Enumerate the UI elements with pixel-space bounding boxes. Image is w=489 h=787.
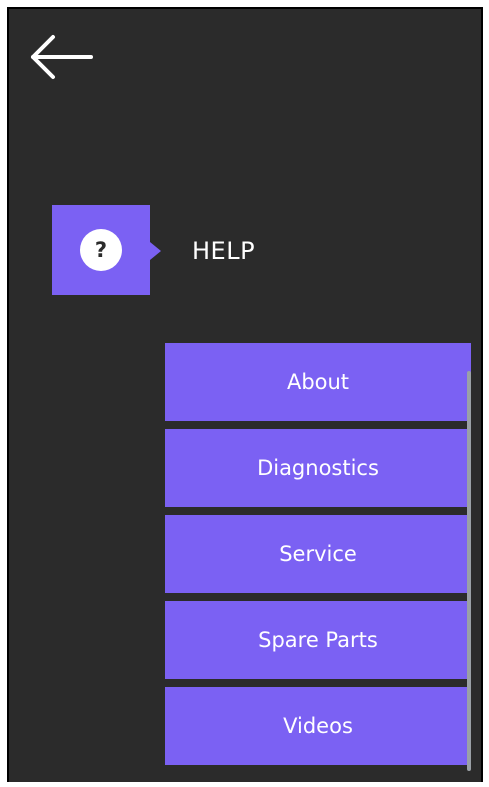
- arrow-left-icon: [31, 35, 93, 79]
- menu-item-diagnostics[interactable]: Diagnostics: [165, 429, 471, 507]
- help-screen: ? HELP About Diagnostics Service Spare P…: [7, 7, 483, 782]
- badge-pointer: [150, 242, 161, 260]
- page-title: HELP: [192, 237, 256, 265]
- help-menu: About Diagnostics Service Spare Parts Vi…: [165, 343, 473, 773]
- menu-scrollbar[interactable]: [467, 371, 471, 771]
- menu-item-spare-parts[interactable]: Spare Parts: [165, 601, 471, 679]
- menu-item-videos[interactable]: Videos: [165, 687, 471, 765]
- menu-item-service[interactable]: Service: [165, 515, 471, 593]
- help-badge: ?: [52, 205, 161, 295]
- menu-item-about[interactable]: About: [165, 343, 471, 421]
- question-mark-icon: ?: [80, 229, 122, 271]
- back-button[interactable]: [27, 27, 97, 87]
